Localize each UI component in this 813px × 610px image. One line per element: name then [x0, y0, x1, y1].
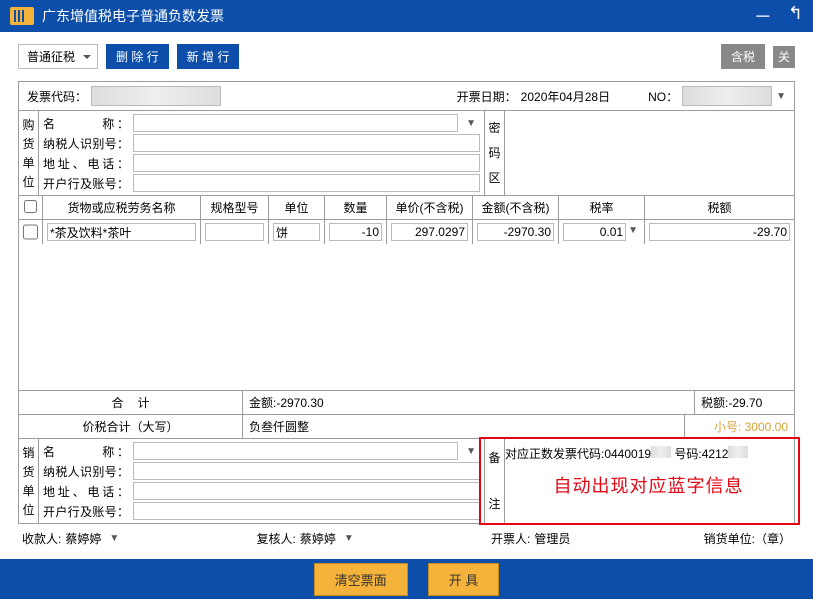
buyer-taxid-input[interactable]: 914 — [133, 134, 480, 152]
password-vertical-label: 密 码 区 — [485, 111, 505, 195]
chevron-down-icon[interactable]: ▼ — [340, 533, 358, 544]
issue-button[interactable]: 开 具 — [428, 563, 500, 596]
seller-taxid-input[interactable]: 914 — [133, 462, 480, 480]
add-row-button[interactable]: 新 增 行 — [177, 44, 240, 69]
invoice-code-input[interactable] — [91, 86, 221, 106]
remark-auto-text: 自动出现对应蓝字信息 — [503, 464, 794, 498]
buyer-panel: 购 货 单 位 名 称：深 ▼ 纳税人识别号：914 地址、电话：深圳 开户行及账… — [18, 111, 795, 196]
buyer-vertical-label: 购 货 单 位 — [19, 111, 39, 195]
amount-chinese-row: 价税合计（大写） 负叁仟圆整 小号: 3000.00 — [18, 415, 795, 439]
seller-taxid-label: 纳税人识别号： — [43, 463, 129, 480]
toolbar: 普通征税 删 除 行 新 增 行 含税 关 — [18, 44, 795, 69]
item-spec-input[interactable] — [205, 223, 264, 241]
totals-tax: 税额:-29.70 — [694, 391, 794, 414]
signature-row: 收款人:蔡婷婷▼ 复核人:蔡婷婷▼ 开票人:管理员 销货单位:（章） — [18, 524, 795, 553]
buyer-taxid-label: 纳税人识别号： — [43, 135, 129, 152]
back-icon[interactable]: ↰ — [788, 3, 803, 29]
remark-code-text: 对应正数发票代码:0440019 — [505, 447, 651, 461]
with-tax-button[interactable]: 含税 — [721, 44, 765, 69]
seller-name-label: 名 称： — [43, 443, 129, 460]
invoice-no-label: NO： — [648, 88, 678, 105]
window-title: 广东增值税电子普通负数发票 — [42, 6, 754, 26]
close-panel-button[interactable]: 关 — [773, 46, 795, 68]
chevron-down-icon[interactable]: ▼ — [105, 533, 123, 544]
chinese-amount-label: 价税合计（大写） — [19, 415, 243, 438]
invoice-date-label: 开票日期： — [457, 88, 517, 105]
reviewer-label: 复核人: — [257, 530, 296, 547]
item-qty-input[interactable] — [329, 223, 382, 241]
chevron-down-icon[interactable]: ▼ — [776, 91, 786, 102]
drawer-value: 管理员 — [534, 530, 570, 547]
drawer-label: 开票人: — [491, 530, 530, 547]
item-unit-input[interactable] — [273, 223, 320, 241]
totals-row: 合计 金额:-2970.30 税额:-29.70 — [18, 390, 795, 415]
password-box — [505, 111, 794, 195]
seller-vertical-label: 销 货 单 位 — [19, 439, 39, 523]
buyer-name-label: 名 称： — [43, 115, 129, 132]
item-amt-input[interactable] — [477, 223, 554, 241]
chevron-down-icon[interactable]: ▼ — [626, 223, 640, 241]
item-row: ▼ — [19, 220, 794, 244]
footer-bar: 清空票面 开 具 — [0, 559, 813, 599]
reviewer-value: 蔡婷婷 — [300, 530, 336, 547]
item-price-input[interactable] — [391, 223, 468, 241]
items-table: 货物或应税劳务名称 规格型号 单位 数量 单价(不含税) 金额(不含税) 税率 … — [18, 196, 795, 390]
title-bar: 广东增值税电子普通负数发票 － ↰ — [0, 0, 813, 32]
col-amt-header: 金额(不含税) — [473, 196, 559, 219]
totals-label: 合计 — [19, 391, 243, 414]
remark-no-text: 号码:4212 — [674, 447, 728, 461]
buyer-bank-input[interactable]: 110 — [133, 174, 480, 192]
col-spec-header: 规格型号 — [201, 196, 269, 219]
invoice-no-input[interactable] — [682, 86, 772, 106]
payee-value: 蔡婷婷 — [65, 530, 101, 547]
small-total-value: 小号: 3000.00 — [684, 415, 794, 438]
seller-bank-label: 开户行及账号： — [43, 503, 129, 520]
seller-addr-label: 地址、电话： — [43, 483, 129, 500]
row-checkbox[interactable] — [23, 223, 38, 241]
seller-bank-input[interactable]: 中 — [133, 502, 480, 520]
col-tax-header: 税额 — [645, 196, 794, 219]
item-name-input[interactable] — [47, 223, 196, 241]
col-name-header: 货物或应税劳务名称 — [43, 196, 201, 219]
tax-mode-select[interactable]: 普通征税 — [18, 44, 98, 69]
invoice-date-value: 2020年04月28日 — [521, 88, 610, 105]
clear-button[interactable]: 清空票面 — [314, 563, 408, 596]
col-qty-header: 数量 — [325, 196, 387, 219]
item-tax-input[interactable] — [649, 223, 790, 241]
chevron-down-icon[interactable]: ▼ — [462, 446, 480, 457]
main-content: 普通征税 删 除 行 新 增 行 含税 关 发票代码： 开票日期： 2020年0… — [0, 32, 813, 559]
select-all-checkbox[interactable] — [24, 200, 37, 213]
payee-label: 收款人: — [22, 530, 61, 547]
app-logo-icon — [10, 7, 34, 25]
chinese-amount-value: 负叁仟圆整 — [243, 415, 684, 438]
buyer-bank-label: 开户行及账号： — [43, 175, 129, 192]
col-price-header: 单价(不含税) — [387, 196, 473, 219]
stamp-label: 销货单位:（章） — [704, 530, 791, 547]
col-rate-header: 税率 — [559, 196, 645, 219]
item-rate-input[interactable] — [563, 223, 626, 241]
col-unit-header: 单位 — [269, 196, 325, 219]
invoice-code-label: 发票代码： — [27, 88, 87, 105]
totals-amount: 金额:-2970.30 — [243, 391, 694, 414]
delete-row-button[interactable]: 删 除 行 — [106, 44, 169, 69]
minimize-icon[interactable]: － — [754, 3, 772, 29]
invoice-info-bar: 发票代码： 开票日期： 2020年04月28日 NO： ▼ — [18, 81, 795, 111]
buyer-name-input[interactable]: 深 — [133, 114, 458, 132]
seller-addr-input[interactable]: 11 — [133, 482, 480, 500]
items-header-row: 货物或应税劳务名称 规格型号 单位 数量 单价(不含税) 金额(不含税) 税率 … — [19, 196, 794, 220]
seller-name-input[interactable]: 东莞 — [133, 442, 458, 460]
buyer-addr-label: 地址、电话： — [43, 155, 129, 172]
remark-highlight-box: 对应正数发票代码:0440019 号码:4212 自动出现对应蓝字信息 — [479, 437, 800, 525]
buyer-addr-input[interactable]: 深圳 — [133, 154, 480, 172]
chevron-down-icon[interactable]: ▼ — [462, 118, 480, 129]
seller-panel: 销 货 单 位 名 称：东莞 ▼ 纳税人识别号：914 地址、电话：11 开户行及… — [18, 439, 795, 524]
